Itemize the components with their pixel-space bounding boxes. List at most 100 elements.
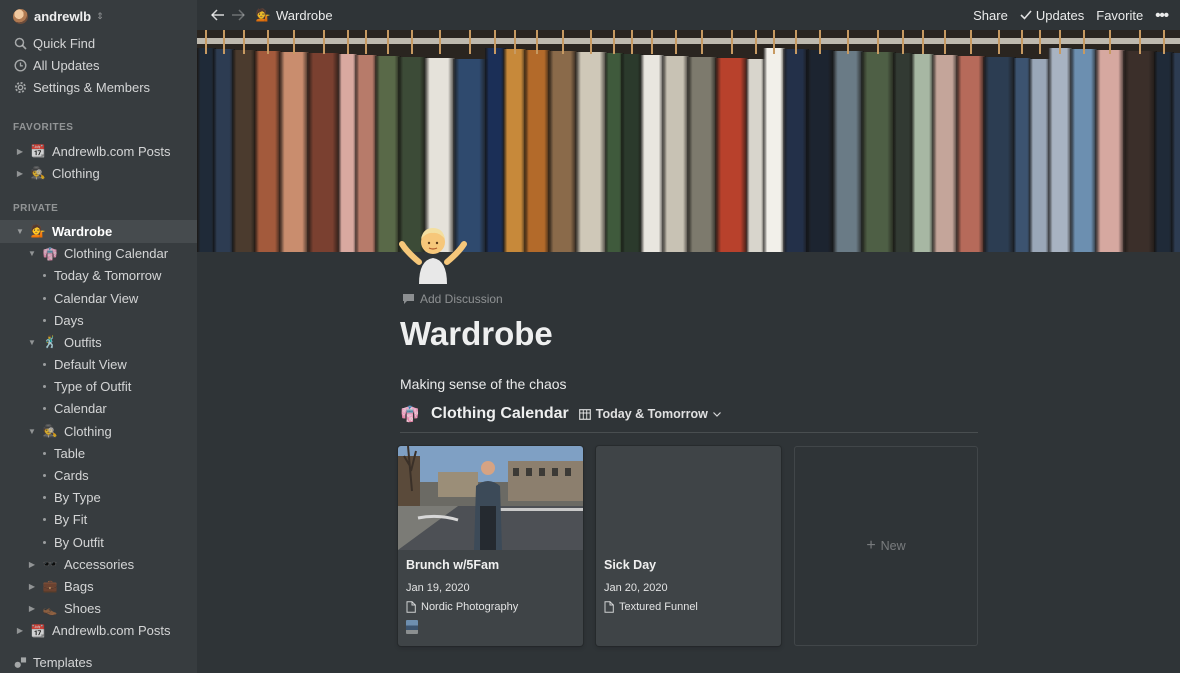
page-icon (604, 601, 614, 613)
garment (806, 50, 835, 252)
workspace-switcher[interactable]: andrewlb ⇕ (0, 0, 197, 32)
database-title[interactable]: Clothing Calendar (431, 405, 569, 423)
hanger (773, 30, 775, 54)
page-icon-person-tipping-hand[interactable] (399, 222, 467, 284)
hanger (293, 30, 295, 54)
tree-view-cards[interactable]: Cards (0, 464, 197, 486)
bullet (38, 496, 50, 499)
nav-quick-find[interactable]: Quick Find (0, 32, 197, 54)
nav-all-updates[interactable]: All Updates (0, 54, 197, 76)
templates-button[interactable]: Templates (0, 651, 197, 673)
hanger (701, 30, 703, 54)
board-view-icon (578, 408, 591, 420)
tree-shoes[interactable]: ▶ 👞 Shoes (0, 598, 197, 620)
sidebar: andrewlb ⇕ Quick Find All Updates Settin… (0, 0, 197, 673)
tree-clothing-calendar[interactable]: ▼ 👘 Clothing Calendar (0, 243, 197, 265)
caret-right-icon[interactable]: ▶ (14, 147, 26, 156)
clothing-rail (197, 38, 1180, 44)
caret-right-icon[interactable]: ▶ (26, 582, 38, 591)
tree-label: Default View (54, 357, 127, 373)
new-card-button[interactable]: + New (794, 446, 978, 646)
caret-right-icon[interactable]: ▶ (26, 560, 38, 569)
garment (687, 57, 718, 252)
tree-view-calendar[interactable]: Calendar (0, 398, 197, 420)
database-header: 👘 Clothing Calendar Today & Tomorrow (401, 403, 721, 425)
garment (1171, 53, 1180, 252)
nav-label: Settings & Members (33, 79, 151, 95)
favorite-clothing[interactable]: ▶ 🕵️ Clothing (0, 162, 197, 184)
caret-right-icon[interactable]: ▶ (26, 604, 38, 613)
share-button[interactable]: Share (973, 8, 1008, 23)
tree-view-table[interactable]: Table (0, 442, 197, 464)
tree-accessories[interactable]: ▶ 🕶️ Accessories (0, 553, 197, 575)
garment (279, 52, 310, 252)
gear-icon (14, 81, 27, 94)
caret-down-icon[interactable]: ▼ (14, 227, 26, 236)
tree-view-by-type[interactable]: By Type (0, 487, 197, 509)
view-selector[interactable]: Today & Tomorrow (578, 407, 721, 421)
caret-down-icon[interactable]: ▼ (26, 427, 38, 436)
tree-label: Accessories (64, 556, 135, 572)
garment (832, 51, 864, 252)
tree-clothing[interactable]: ▼ 🕵️ Clothing (0, 420, 197, 442)
garment (524, 50, 551, 252)
page-description[interactable]: Making sense of the chaos (400, 376, 567, 392)
favorite-andrewlb-posts[interactable]: ▶ 📆 Andrewlb.com Posts (0, 140, 197, 162)
card-photo-thumbnail[interactable] (406, 620, 418, 634)
bullet (38, 407, 50, 410)
card-relation[interactable]: Textured Funnel (604, 601, 698, 613)
caret-down-icon[interactable]: ▼ (26, 338, 38, 347)
garment (715, 58, 749, 252)
tree-andrewlb-posts[interactable]: ▶ 📆 Andrewlb.com Posts (0, 620, 197, 642)
tree-view-calendar-view[interactable]: Calendar View (0, 287, 197, 309)
tree-label: By Fit (54, 512, 88, 528)
breadcrumb[interactable]: 💁 Wardrobe (255, 7, 333, 23)
hanger (386, 30, 389, 54)
forward-arrow-icon[interactable] (229, 6, 247, 24)
bullet (38, 363, 50, 366)
nav-settings[interactable]: Settings & Members (0, 76, 197, 98)
hanger (1059, 30, 1061, 54)
tree-label: Wardrobe (52, 223, 113, 239)
hanger (794, 30, 797, 54)
hanger (322, 30, 325, 54)
garment (1095, 50, 1126, 252)
briefcase-emoji-icon: 💼 (42, 579, 58, 594)
tree-bags[interactable]: ▶ 💼 Bags (0, 575, 197, 597)
sunglasses-emoji-icon: 🕶️ (42, 557, 58, 572)
more-icon[interactable]: ••• (1155, 7, 1169, 24)
gallery-card[interactable]: Sick Day Jan 20, 2020 Textured Funnel (596, 446, 781, 646)
back-arrow-icon[interactable] (209, 6, 227, 24)
tree-wardrobe[interactable]: ▼ 💁 Wardrobe (0, 220, 197, 243)
card-title: Brunch w/5Fam (406, 558, 500, 572)
tree-view-today-tomorrow[interactable]: Today & Tomorrow (0, 265, 197, 287)
card-relation[interactable]: Nordic Photography (406, 601, 518, 613)
tree-view-days[interactable]: Days (0, 309, 197, 331)
tree-label: Today & Tomorrow (54, 268, 162, 284)
tree-view-type-of-outfit[interactable]: Type of Outfit (0, 376, 197, 398)
updates-button[interactable]: Updates (1020, 8, 1084, 23)
plus-icon: + (866, 537, 876, 554)
tree-view-by-outfit[interactable]: By Outfit (0, 531, 197, 553)
database-divider (400, 432, 978, 433)
calendar-emoji-icon: 📆 (30, 144, 46, 159)
workspace-avatar (13, 8, 28, 24)
bullet (38, 385, 50, 388)
gallery-card[interactable]: Brunch w/5Fam Jan 19, 2020 Nordic Photog… (398, 446, 583, 646)
nav-label: Quick Find (33, 35, 96, 51)
page-title[interactable]: Wardrobe (400, 315, 553, 353)
tree-view-default[interactable]: Default View (0, 354, 197, 376)
tree-outfits[interactable]: ▼ 🕺 Outfits (0, 331, 197, 353)
favorite-button[interactable]: Favorite (1096, 8, 1143, 23)
hanger (438, 30, 441, 54)
tree-label: Days (54, 312, 84, 328)
caret-right-icon[interactable]: ▶ (14, 169, 26, 178)
garment (548, 51, 578, 252)
caret-right-icon[interactable]: ▶ (14, 626, 26, 635)
hanger (730, 30, 733, 54)
add-discussion-button[interactable]: Add Discussion (402, 292, 503, 306)
checkmark-icon (1020, 10, 1032, 20)
caret-down-icon[interactable]: ▼ (26, 249, 38, 258)
tree-view-by-fit[interactable]: By Fit (0, 509, 197, 531)
hanger (513, 30, 516, 54)
